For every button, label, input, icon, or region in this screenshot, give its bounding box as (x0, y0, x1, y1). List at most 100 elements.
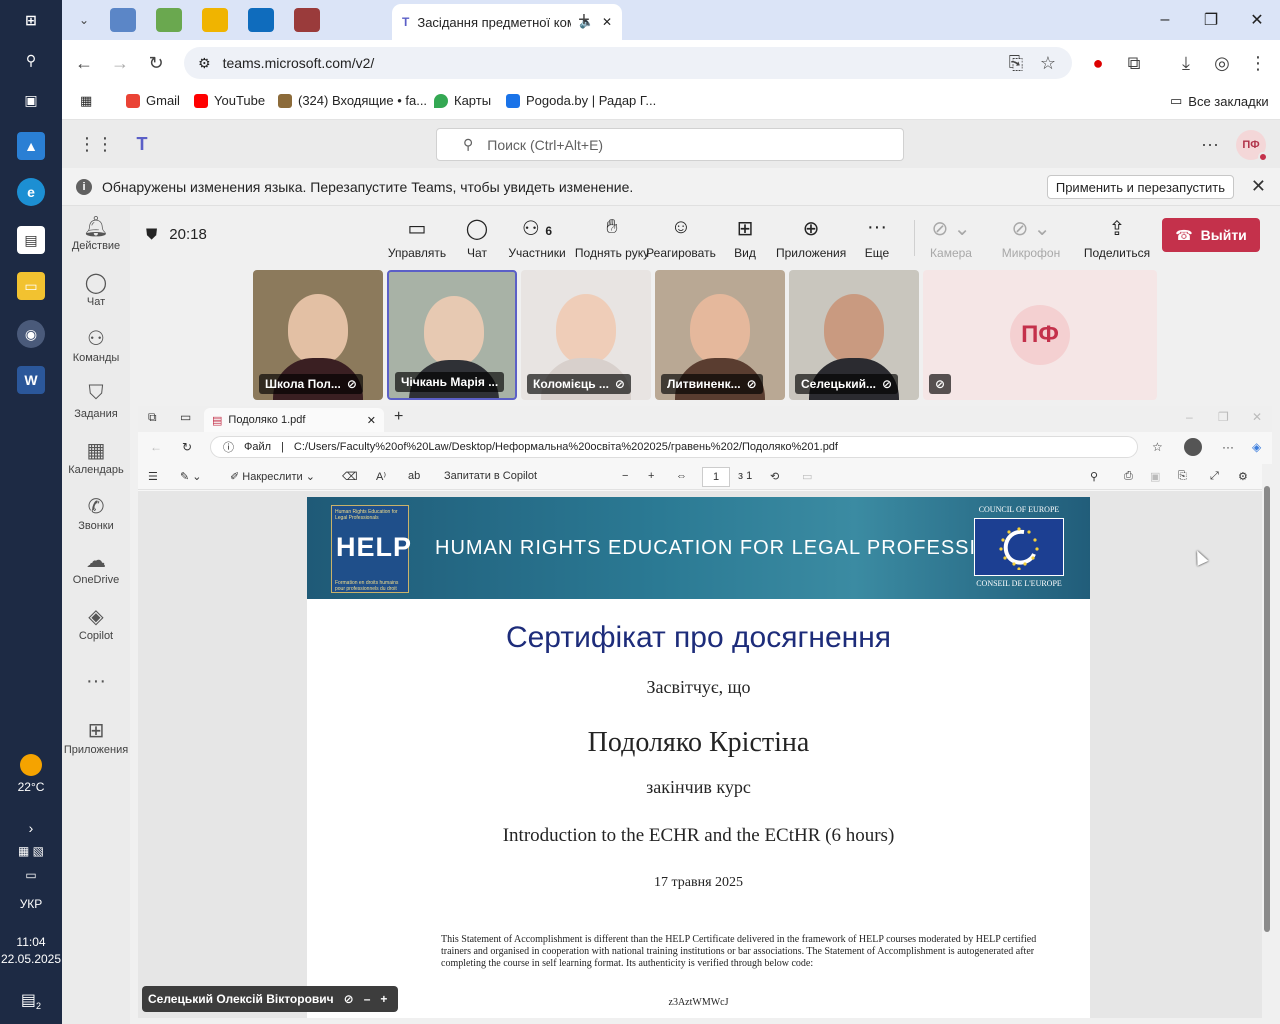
restore-icon[interactable]: ❐ (1218, 410, 1229, 424)
profile-icon[interactable]: ◎ (1208, 49, 1236, 77)
reload-button[interactable]: ↻ (142, 49, 170, 77)
file-explorer-icon[interactable]: ▭ (17, 272, 45, 300)
pinned-tab-1[interactable] (110, 8, 136, 32)
expand-icon[interactable]: + (380, 992, 387, 1006)
bookmark-star-icon[interactable]: ☆ (1034, 49, 1062, 77)
rotate-icon[interactable]: ⟲ (770, 470, 779, 483)
chevron-right-icon[interactable]: › (0, 820, 62, 836)
close-icon[interactable]: ✕ (1251, 176, 1266, 197)
clock-date[interactable]: 22.05.2025 (0, 952, 62, 966)
edge-address-bar[interactable]: ⓘ Файл | C:/Users/Faculty%20of%20Law/Des… (210, 436, 1138, 458)
weather-icon[interactable] (20, 754, 42, 776)
pinned-tab-5[interactable] (294, 8, 320, 32)
word-app-icon[interactable]: W (17, 366, 45, 394)
translate-icon[interactable]: ab (408, 470, 420, 482)
participant-tile-avatar[interactable]: ПФ ⊘ (923, 270, 1157, 400)
search-icon[interactable]: ⚲ (17, 46, 45, 74)
workspaces-icon[interactable]: ⧉ (148, 410, 157, 425)
address-bar[interactable]: ⚙ teams.microsoft.com/v2/ (184, 47, 1072, 79)
leave-button[interactable]: ☎ Выйти (1162, 218, 1260, 252)
fit-page-icon[interactable]: ⇔ (676, 470, 687, 482)
downloads-icon[interactable]: ⤓ (1172, 49, 1200, 77)
close-icon[interactable]: ✕ (367, 414, 376, 427)
close-icon[interactable]: ✕ (1252, 410, 1262, 424)
clock-time[interactable]: 11:04 (0, 935, 62, 949)
share-button[interactable]: ⇪ Поделиться (1082, 216, 1152, 260)
windows-start-icon[interactable]: ⊞ (17, 6, 45, 34)
all-bookmarks[interactable]: ▭ Все закладки (1170, 93, 1269, 109)
gear-icon[interactable]: ⚙ (1238, 470, 1248, 483)
minimize-icon[interactable]: – (364, 992, 371, 1006)
save-as-icon[interactable]: ⎘ (1178, 470, 1187, 483)
zoom-in-icon[interactable]: + (648, 470, 654, 482)
user-avatar[interactable]: ПФ (1236, 130, 1268, 162)
tray-icons[interactable]: ▦ ▧ (0, 844, 62, 858)
save-icon[interactable]: ▣ (1150, 470, 1160, 483)
new-tab-button[interactable]: + (570, 6, 598, 34)
bookmark-pogoda[interactable]: Pogoda.by | Радар Г... (506, 93, 656, 108)
find-icon[interactable]: ⚲ (1090, 470, 1098, 483)
task-view-icon[interactable]: ▣ (17, 86, 45, 114)
notification-icon[interactable]: ▤2 (0, 990, 62, 1011)
rail-assignments[interactable]: ⛉ Задания (62, 382, 130, 420)
rail-calendar[interactable]: ▦ Календарь (62, 438, 130, 476)
extensions-icon[interactable]: ⧉ (1120, 49, 1148, 77)
apps-grid-icon[interactable]: ▦ (80, 93, 92, 109)
rail-more[interactable]: ··· (62, 670, 130, 696)
rail-calls[interactable]: ✆ Звонки (62, 494, 130, 532)
more-button[interactable]: ··· Еще (842, 216, 912, 260)
app-launcher-icon[interactable]: ⋮⋮ (78, 130, 114, 158)
reload-icon[interactable]: ↻ (182, 440, 192, 454)
rail-copilot[interactable]: ◈ Copilot (62, 604, 130, 642)
react-button[interactable]: ☺ Реагировать (646, 216, 716, 260)
mic-off-icon[interactable]: ⊘ (344, 992, 354, 1006)
camera-button[interactable]: ⊘ ⌄ Камера (916, 216, 986, 260)
mic-button[interactable]: ⊘ ⌄ Микрофон (996, 216, 1066, 260)
scrollbar-thumb[interactable] (1264, 486, 1270, 932)
apps-button[interactable]: ⊕ Приложения (776, 216, 846, 260)
tab-search-icon[interactable]: ⌄ (70, 6, 98, 34)
page-view-icon[interactable]: ▭ (802, 470, 812, 483)
profile-avatar[interactable] (1184, 438, 1202, 456)
contents-icon[interactable]: ☰ (148, 470, 158, 483)
pdf-viewport[interactable]: Human Rights Education for Legal Profess… (138, 491, 1262, 1018)
participant-tile-active-speaker[interactable]: Чічкань Марія ... (387, 270, 517, 400)
tab-actions-icon[interactable]: ▭ (180, 410, 191, 424)
minimize-button[interactable]: – (1142, 6, 1188, 34)
copilot-icon[interactable]: ◈ (1252, 440, 1261, 454)
rail-activity[interactable]: 🔔︎ Действие (62, 214, 130, 252)
favorites-icon[interactable]: ☆ (1152, 440, 1163, 454)
highlight-icon[interactable]: ✎ ⌄ (180, 470, 202, 483)
minimize-icon[interactable]: – (1186, 410, 1193, 424)
pinned-tab-2[interactable] (156, 8, 182, 32)
notepad-app-icon[interactable]: ▤ (17, 226, 45, 254)
back-button[interactable]: ← (70, 49, 98, 77)
ask-copilot-button[interactable]: Запитати в Copilot (444, 470, 537, 482)
more-options-icon[interactable]: ··· (1196, 130, 1224, 158)
participant-tile[interactable]: Литвиненк... ⊘ (655, 270, 785, 400)
read-aloud-icon[interactable]: A⁾ (376, 470, 386, 483)
forward-button[interactable]: → (106, 49, 134, 77)
fullscreen-icon[interactable]: ⤢ (1210, 470, 1219, 483)
edge-app-icon[interactable]: e (17, 178, 45, 206)
rail-apps[interactable]: ⊞ Приложения (62, 718, 130, 756)
participant-tile[interactable]: Коломієць ... ⊘ (521, 270, 651, 400)
pinned-tab-3[interactable] (202, 8, 228, 32)
view-button[interactable]: ⊞ Вид (710, 216, 780, 260)
opera-extension-icon[interactable]: ● (1084, 49, 1112, 77)
site-info-icon[interactable]: ⚙ (198, 55, 211, 72)
apply-restart-button[interactable]: Применить и перезапустить (1046, 175, 1234, 199)
close-window-button[interactable]: ✕ (1234, 6, 1280, 34)
language-indicator[interactable]: УКР (0, 897, 62, 911)
edge-tab-pdf[interactable]: ▤ Подоляко 1.pdf ✕ (204, 408, 384, 432)
new-tab-icon[interactable]: + (394, 408, 403, 426)
print-icon[interactable]: ⎙ (1124, 470, 1133, 483)
participants-button[interactable]: ⚇ 6 Участники (502, 216, 572, 260)
back-icon[interactable]: ← (150, 440, 162, 454)
photos-app-icon[interactable]: ▲ (17, 132, 45, 160)
install-app-icon[interactable]: ⎘ (1002, 49, 1030, 77)
bookmark-gmail[interactable]: Gmail (126, 93, 180, 108)
rail-chat[interactable]: ◯ Чат (62, 270, 130, 308)
zoom-out-icon[interactable]: − (622, 470, 628, 482)
chrome-menu-icon[interactable]: ⋮ (1244, 49, 1272, 77)
